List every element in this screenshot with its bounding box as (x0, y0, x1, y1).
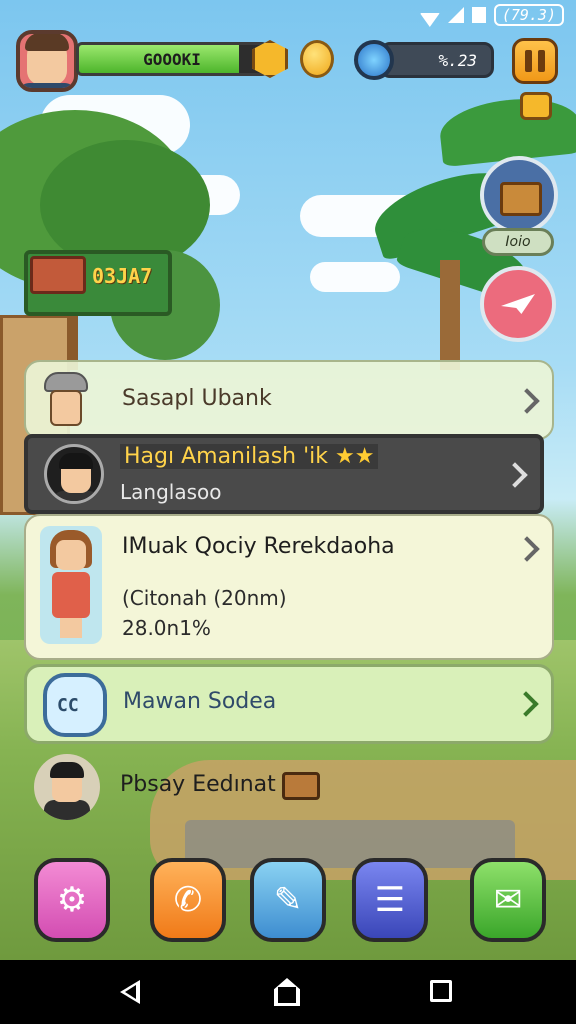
character-portrait (40, 526, 102, 644)
ghost-icon-text: CC (57, 695, 79, 716)
chat-button[interactable]: ✉ (470, 858, 546, 942)
player-avatar[interactable] (16, 30, 78, 92)
palm-leaf (437, 92, 576, 168)
chat-icon: ✉ (493, 880, 523, 920)
list-item[interactable]: Sasapl Ubank (24, 360, 554, 440)
list-item[interactable]: Pbsay Eedınat (24, 750, 554, 830)
chest-label: Ioio (482, 228, 554, 256)
cloud (310, 262, 400, 292)
list-item-expanded[interactable]: IMuak Qociy Rerekdaoha (Citonah (20nm) 2… (24, 514, 554, 660)
chevron-right-icon (514, 388, 540, 414)
avatar (44, 444, 104, 504)
avatar-face (20, 34, 74, 88)
chevron-right-icon (514, 536, 540, 562)
list-item-subtitle: Langlasoo (120, 480, 222, 504)
list-item-detail: 28.0n1% (122, 616, 211, 640)
chevron-right-icon (513, 691, 539, 717)
list-item-title: Sasapl Ubank (122, 386, 272, 411)
sign-text: 03JA7 (92, 264, 153, 288)
status-bar: (79.3) (0, 0, 576, 30)
list-item-title: IMuak Qociy Rerekdaoha (122, 534, 395, 559)
gem-icon (354, 40, 394, 80)
list-item-title: Hagı Amanilash 'ik ★★ (120, 444, 379, 469)
list-item-title-text: Hagı Amanilash 'ik (124, 444, 329, 469)
coin-icon[interactable] (300, 40, 334, 78)
plane-button[interactable] (480, 266, 556, 342)
hat-avatar (40, 372, 92, 432)
back-icon[interactable] (120, 980, 140, 1004)
notes-button[interactable]: ☰ (352, 858, 428, 942)
chest-icon (500, 182, 542, 216)
notification-tag-icon[interactable] (520, 92, 552, 120)
boxes-icon (282, 772, 320, 800)
chest-button[interactable] (480, 156, 558, 234)
recents-icon[interactable] (430, 980, 452, 1002)
tools-icon: ✎ (273, 880, 303, 920)
settings-icon: ⚙ (56, 880, 88, 920)
battery-icon (471, 7, 486, 23)
wifi-icon (420, 7, 440, 23)
brick-icon (30, 256, 86, 294)
signal-icon (447, 7, 464, 23)
ghost-icon: CC (43, 673, 107, 737)
phone-icon: ✆ (173, 880, 203, 920)
xp-label: GOOOKI (143, 50, 201, 69)
palm-trunk (440, 260, 460, 370)
list-item-selected[interactable]: Hagı Amanilash 'ik ★★ Langlasoo (24, 434, 544, 514)
pause-button[interactable] (512, 38, 558, 84)
list-item-subtitle: (Citonah (20nm) (122, 586, 287, 610)
star-icon: ★★ (335, 444, 375, 469)
phone-button[interactable]: ✆ (150, 858, 226, 942)
settings-button[interactable]: ⚙ (34, 858, 110, 942)
tools-button[interactable]: ✎ (250, 858, 326, 942)
chevron-right-icon (502, 462, 528, 488)
xp-bar: GOOOKI (76, 42, 268, 76)
status-time: (79.3) (493, 4, 564, 26)
gem-counter[interactable]: %.23 (380, 42, 494, 78)
list-item-title: Mawan Sodea (123, 689, 277, 714)
notes-icon: ☰ (374, 880, 406, 920)
gem-count: %.23 (438, 51, 477, 70)
avatar (34, 754, 100, 820)
list-item[interactable]: CC Mawan Sodea (24, 664, 554, 744)
nav-bar (0, 960, 576, 1024)
list-item-title: Pbsay Eedınat (120, 772, 276, 797)
plane-icon (501, 294, 535, 314)
